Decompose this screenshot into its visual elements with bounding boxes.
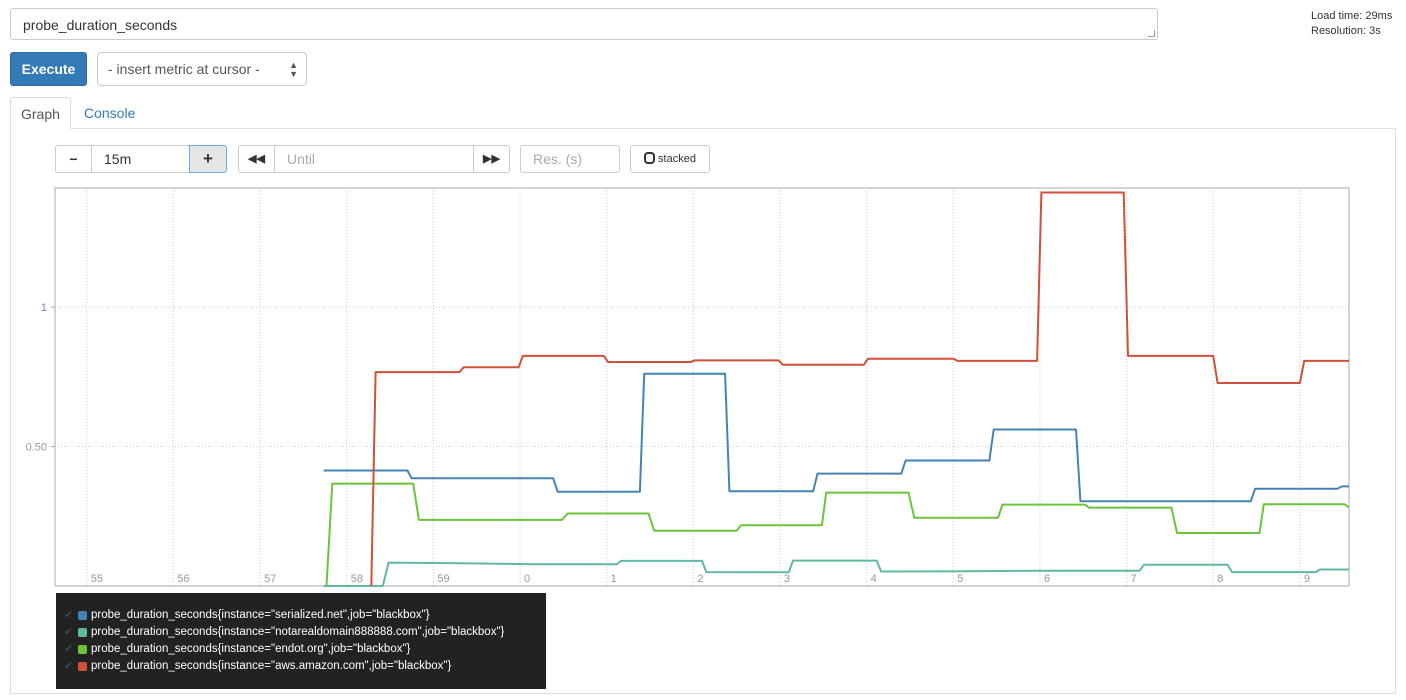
insert-metric-label: - insert metric at cursor -	[108, 61, 260, 77]
range-increase-button[interactable]: +	[189, 145, 227, 173]
series-swatch	[78, 662, 87, 671]
check-icon: ✔	[64, 643, 74, 655]
query-stats: Load time: 29ms Resolution: 3s	[1311, 9, 1392, 39]
expression-text: probe_duration_seconds	[23, 17, 178, 33]
legend-item[interactable]: ✔ probe_duration_seconds{instance="notare…	[64, 624, 546, 641]
legend-item[interactable]: ✔ probe_duration_seconds{instance="aws.am…	[64, 658, 546, 675]
forward-double-arrow-icon[interactable]: ▶▶	[473, 145, 510, 173]
tab-console[interactable]: Console	[74, 97, 145, 129]
legend-label: probe_duration_seconds{instance="notarea…	[91, 626, 505, 638]
insert-metric-select[interactable]: - insert metric at cursor - ▲ ▼	[97, 52, 307, 86]
back-double-arrow-icon[interactable]: ◀◀	[238, 145, 275, 173]
resolution-input[interactable]: Res. (s)	[520, 145, 620, 173]
stacked-label: stacked	[658, 153, 696, 165]
expression-input[interactable]: probe_duration_seconds	[10, 8, 1158, 40]
legend-item[interactable]: ✔ probe_duration_seconds{instance="serial…	[64, 607, 546, 624]
resize-handle[interactable]	[1148, 30, 1155, 37]
resolution: Resolution: 3s	[1311, 25, 1381, 37]
legend-label: probe_duration_seconds{instance="seriali…	[91, 609, 430, 621]
range-decrease-button[interactable]: −	[55, 145, 92, 173]
check-icon: ✔	[64, 609, 74, 621]
execute-button[interactable]: Execute	[10, 52, 87, 86]
until-input[interactable]: Until	[274, 145, 474, 173]
legend-item[interactable]: ✔ probe_duration_seconds{instance="endot.…	[64, 641, 546, 658]
series-swatch	[78, 628, 87, 637]
stacked-toggle-button[interactable]: stacked	[630, 145, 710, 173]
chart-legend: ✔ probe_duration_seconds{instance="serial…	[56, 593, 546, 689]
check-icon: ✔	[64, 626, 74, 638]
tab-graph[interactable]: Graph	[10, 97, 71, 129]
range-input[interactable]: 15m	[91, 145, 190, 173]
series-swatch	[78, 645, 87, 654]
legend-label: probe_duration_seconds{instance="endot.o…	[91, 643, 411, 655]
select-arrows-icon: ▲ ▼	[289, 60, 298, 79]
legend-label: probe_duration_seconds{instance="aws.ama…	[91, 660, 452, 672]
load-time: Load time: 29ms	[1311, 10, 1393, 22]
series-swatch	[78, 611, 87, 620]
check-icon: ✔	[64, 660, 74, 672]
stacked-circle-icon	[644, 152, 656, 164]
